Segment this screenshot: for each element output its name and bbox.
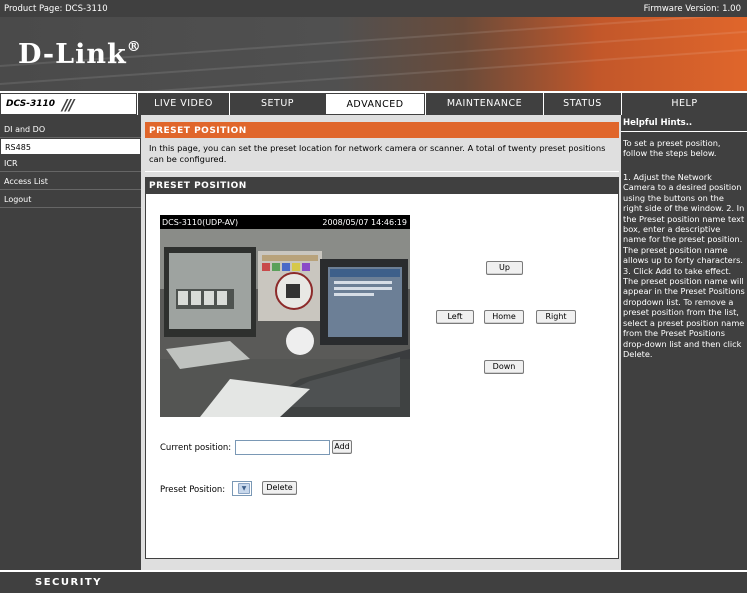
current-position-label: Current position: bbox=[160, 443, 232, 453]
ptz-down-button[interactable]: Down bbox=[484, 360, 524, 374]
preset-position-panel: DCS-3110(UDP-AV) 2008/05/07 14:46:19 Up … bbox=[145, 193, 619, 559]
firmware-version-label: Firmware Version: 1.00 bbox=[643, 4, 741, 14]
sidebar-item-logout[interactable]: Logout bbox=[0, 191, 141, 208]
help-steps: 1. Adjust the Network Camera to a desire… bbox=[623, 172, 745, 359]
dlink-logo: D-Link® bbox=[18, 39, 142, 70]
add-button[interactable]: Add bbox=[332, 440, 352, 454]
panel-title: PRESET POSITION bbox=[145, 177, 619, 193]
current-position-input[interactable] bbox=[235, 440, 330, 455]
tab-live-video[interactable]: LIVE VIDEO bbox=[137, 93, 229, 115]
camera-caption: DCS-3110(UDP-AV) 2008/05/07 14:46:19 bbox=[160, 215, 410, 229]
main-navigation: DCS-3110 /// LIVE VIDEO SETUP ADVANCED M… bbox=[0, 93, 747, 115]
intro-text: In this page, you can set the preset loc… bbox=[145, 138, 619, 172]
preset-position-select[interactable]: ▼ bbox=[232, 481, 252, 496]
tab-advanced[interactable]: ADVANCED bbox=[325, 93, 425, 115]
left-sidebar: DI and DO RS485 ICR Access List Logout bbox=[0, 115, 141, 570]
ptz-up-button[interactable]: Up bbox=[486, 261, 523, 275]
sidebar-item-icr[interactable]: ICR bbox=[0, 155, 141, 172]
tab-help[interactable]: HELP bbox=[621, 93, 747, 115]
model-label: DCS-3110 /// bbox=[0, 93, 137, 115]
product-page-label: Product Page: DCS-3110 bbox=[4, 4, 108, 14]
tab-status[interactable]: STATUS bbox=[543, 93, 621, 115]
camera-view: DCS-3110(UDP-AV) 2008/05/07 14:46:19 bbox=[160, 215, 410, 417]
model-name: DCS-3110 bbox=[6, 99, 56, 109]
ptz-home-button[interactable]: Home bbox=[484, 310, 524, 324]
preset-position-label: Preset Position: bbox=[160, 485, 226, 495]
sidebar-item-access-list[interactable]: Access List bbox=[0, 173, 141, 190]
section-title: PRESET POSITION bbox=[145, 122, 619, 138]
header-banner: D-Link® bbox=[0, 17, 747, 91]
top-info-bar: Product Page: DCS-3110 Firmware Version:… bbox=[0, 0, 747, 17]
sidebar-item-di-and-do[interactable]: DI and DO bbox=[0, 121, 141, 138]
help-divider bbox=[621, 131, 747, 132]
sidebar-item-rs485[interactable]: RS485 bbox=[0, 138, 141, 155]
tab-maintenance[interactable]: MAINTENANCE bbox=[425, 93, 543, 115]
footer-bar: SECURITY bbox=[0, 570, 747, 593]
ptz-left-button[interactable]: Left bbox=[436, 310, 474, 324]
help-intro: To set a preset position, follow the ste… bbox=[623, 138, 721, 159]
help-title: Helpful Hints.. bbox=[623, 118, 693, 128]
delete-button[interactable]: Delete bbox=[262, 481, 297, 495]
camera-image bbox=[160, 229, 410, 417]
camera-stream-label: DCS-3110(UDP-AV) bbox=[162, 218, 239, 227]
camera-timestamp: 2008/05/07 14:46:19 bbox=[322, 218, 407, 227]
footer-security-label: SECURITY bbox=[35, 577, 102, 588]
help-panel: Helpful Hints.. To set a preset position… bbox=[621, 115, 747, 570]
tab-setup[interactable]: SETUP bbox=[229, 93, 325, 115]
main-content: PRESET POSITION In this page, you can se… bbox=[141, 115, 621, 570]
model-slashes: /// bbox=[62, 96, 75, 114]
chevron-down-icon[interactable]: ▼ bbox=[238, 483, 250, 494]
ptz-right-button[interactable]: Right bbox=[536, 310, 576, 324]
